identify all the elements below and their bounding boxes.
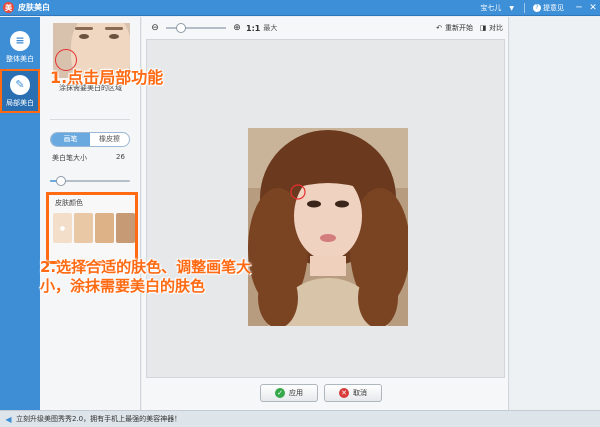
annotation-step-2: 2.选择合适的肤色、调整画笔大小，涂抹需要美白的肤色: [40, 258, 252, 295]
feedback-label: 提意见: [543, 4, 564, 12]
skin-color-swatch-2[interactable]: [74, 213, 93, 243]
skin-color-box: 皮肤颜色 ●: [46, 192, 138, 264]
skin-color-swatch-1[interactable]: ●: [53, 213, 72, 243]
thumbnail-eye: [79, 34, 89, 39]
skin-color-swatch-4[interactable]: [116, 213, 135, 243]
menu-icon: ≡: [10, 31, 30, 51]
brush-icon: ✎: [10, 75, 30, 95]
brush-size-label: 美白笔大小: [52, 154, 87, 162]
image-canvas[interactable]: [146, 39, 505, 378]
apply-label: 应用: [289, 389, 303, 397]
sidebar-item-label: 局部美白: [6, 99, 34, 107]
reset-label: 重新开始: [445, 24, 473, 32]
zoom-actual-size-button[interactable]: 1:1: [246, 24, 260, 33]
thumbnail-eye: [109, 34, 119, 39]
thumbnail-brow: [105, 27, 123, 30]
separator: [524, 3, 525, 13]
user-name[interactable]: 宝七儿: [480, 3, 501, 13]
reset-button[interactable]: ↶ 重新开始: [435, 23, 473, 33]
zoom-out-icon[interactable]: ⊖: [150, 23, 160, 33]
check-icon: ✓: [275, 388, 285, 398]
portrait-image: [248, 128, 408, 326]
photo[interactable]: [248, 128, 408, 326]
tab-brush[interactable]: 画笔: [51, 133, 90, 146]
compare-button[interactable]: ◨ 对比: [479, 23, 503, 33]
zoom-in-icon[interactable]: ⊕: [232, 23, 242, 33]
cancel-button[interactable]: ✕ 取消: [324, 384, 382, 402]
compare-label: 对比: [489, 24, 503, 32]
skin-color-swatch-3[interactable]: [95, 213, 114, 243]
title-bar: 美 皮肤美白 宝七儿 ▼ ? 提意见 ─ ✕: [0, 0, 600, 16]
annotation-step-1: 1.点击局部功能: [50, 68, 164, 87]
selected-dot-icon: ●: [59, 224, 66, 232]
editor-area: ⊖ ⊕ 1:1 最大 ↶ 重新开始 ◨ 对比 ✓ 应用 ✕ 取消: [142, 17, 509, 410]
brush-eraser-toggle: 画笔 橡皮擦: [50, 132, 130, 147]
status-link[interactable]: 立刻升级美图秀秀2.0，拥有手机上最强的美容神器！: [16, 414, 181, 424]
sidebar-item-label: 整体美白: [6, 55, 34, 63]
action-bar: ✓ 应用 ✕ 取消: [142, 378, 509, 410]
apply-button[interactable]: ✓ 应用: [260, 384, 318, 402]
editor-toolbar: ⊖ ⊕ 1:1 最大 ↶ 重新开始 ◨ 对比: [142, 17, 509, 39]
zoom-slider-handle[interactable]: [176, 23, 186, 33]
undo-icon: ↶: [436, 24, 442, 32]
skin-color-title: 皮肤颜色: [55, 199, 83, 207]
slider-handle[interactable]: [56, 176, 67, 186]
help-icon: ?: [533, 4, 541, 12]
app-logo-icon: 美: [3, 2, 14, 13]
zoom-max-button[interactable]: 最大: [263, 23, 277, 33]
right-panel: [510, 17, 600, 410]
sidebar: ≡ 整体美白 ✎ 局部美白: [0, 17, 40, 410]
speaker-icon: ◀: [5, 414, 12, 424]
cancel-icon: ✕: [339, 388, 349, 398]
cancel-label: 取消: [353, 389, 367, 397]
close-button[interactable]: ✕: [586, 1, 600, 15]
thumbnail-brow: [75, 27, 93, 30]
user-dropdown-icon[interactable]: ▼: [509, 5, 514, 12]
minimize-button[interactable]: ─: [572, 1, 586, 15]
compare-icon: ◨: [479, 24, 487, 32]
feedback-link[interactable]: ? 提意见: [533, 3, 564, 13]
window-title: 皮肤美白: [18, 3, 50, 12]
brush-size-value: 26: [116, 153, 125, 161]
status-bar: ◀ 立刻升级美图秀秀2.0，拥有手机上最强的美容神器！: [0, 410, 600, 427]
tab-eraser[interactable]: 橡皮擦: [90, 133, 129, 146]
brush-size-slider[interactable]: [50, 176, 130, 186]
sidebar-item-local-whitening[interactable]: ✎ 局部美白: [0, 69, 40, 113]
zoom-slider[interactable]: [166, 23, 226, 33]
sidebar-item-whole-whitening[interactable]: ≡ 整体美白: [0, 25, 40, 69]
divider: [50, 119, 130, 120]
